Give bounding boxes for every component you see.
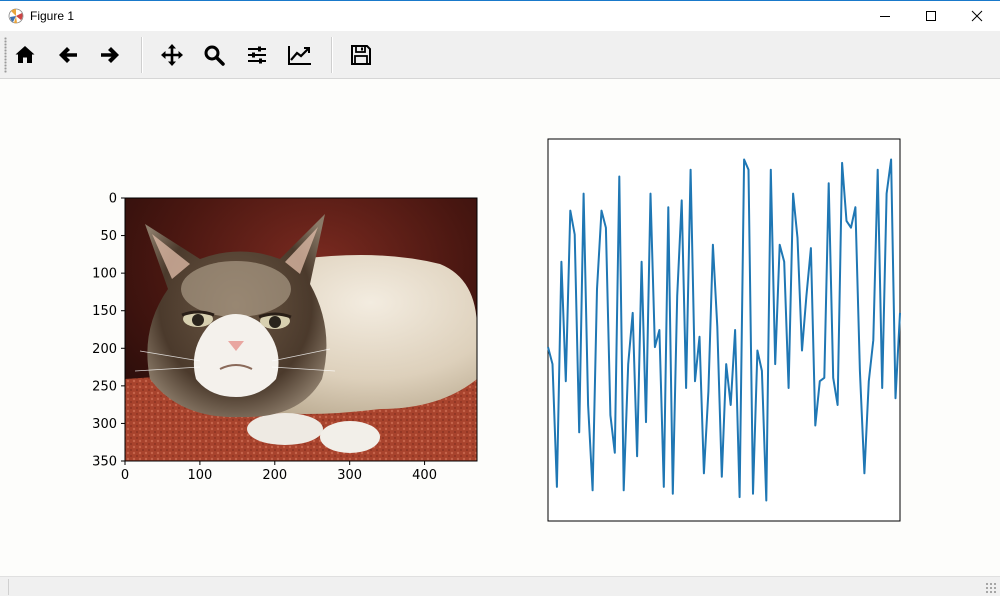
home-button[interactable] <box>8 39 42 71</box>
figure-svg: 0 100 200 300 400 0 50 100 150 200 250 300 350 <box>92 138 901 522</box>
window-title: Figure 1 <box>30 9 75 23</box>
image-y-tick-label: 150 <box>92 304 117 319</box>
status-bar-divider <box>8 579 9 595</box>
navigation-toolbar <box>0 31 1000 79</box>
toolbar-separator <box>331 37 332 73</box>
image-y-tick-label: 50 <box>100 229 117 244</box>
back-button[interactable] <box>51 39 85 71</box>
floppy-disk-icon <box>351 45 371 65</box>
maximize-icon <box>926 11 936 21</box>
maximize-button[interactable] <box>908 1 954 31</box>
figure-canvas[interactable]: 0 100 200 300 400 0 50 100 150 200 250 300 350 <box>0 79 1000 576</box>
home-icon <box>15 46 35 63</box>
cat-photo <box>125 198 477 461</box>
arrow-left-icon <box>59 47 77 63</box>
minimize-icon <box>880 16 890 17</box>
image-x-tick-label: 400 <box>412 468 437 483</box>
pan-button[interactable] <box>155 39 189 71</box>
image-x-tick-label: 200 <box>262 468 287 483</box>
close-button[interactable] <box>954 1 1000 31</box>
image-x-tick-label: 300 <box>337 468 362 483</box>
zoom-button[interactable] <box>197 39 231 71</box>
status-bar <box>0 576 1000 596</box>
forward-button[interactable] <box>93 39 127 71</box>
image-x-tick-label: 100 <box>187 468 212 483</box>
magnifier-icon <box>204 45 225 66</box>
save-button[interactable] <box>344 39 378 71</box>
toolbar-separator <box>141 37 142 73</box>
image-y-ticks: 0 50 100 150 200 250 300 350 <box>92 192 125 470</box>
arrow-right-icon <box>101 47 119 63</box>
image-x-tick-label: 0 <box>121 468 129 483</box>
image-y-tick-label: 0 <box>109 192 117 207</box>
image-y-tick-label: 200 <box>92 342 117 357</box>
image-y-tick-label: 350 <box>92 455 117 470</box>
line-plot-axes <box>547 138 901 522</box>
line-chart-icon <box>288 46 311 65</box>
minimize-button[interactable] <box>862 1 908 31</box>
image-y-tick-label: 100 <box>92 267 117 282</box>
resize-grip[interactable] <box>985 582 997 594</box>
toolbar-grip[interactable] <box>4 37 7 73</box>
matplotlib-app-icon <box>8 8 24 24</box>
subplots-button[interactable] <box>240 39 274 71</box>
image-y-tick-label: 300 <box>92 417 117 432</box>
line-plot-frame <box>547 138 901 522</box>
window-title-bar[interactable]: Figure 1 <box>0 0 1000 31</box>
image-x-ticks: 0 100 200 300 400 <box>121 461 437 483</box>
image-y-tick-label: 250 <box>92 379 117 394</box>
sliders-icon <box>248 46 266 64</box>
image-axes: 0 100 200 300 400 0 50 100 150 200 250 300 350 <box>92 192 478 483</box>
move-icon <box>161 44 183 66</box>
customize-button[interactable] <box>283 39 317 71</box>
close-icon <box>971 10 983 22</box>
